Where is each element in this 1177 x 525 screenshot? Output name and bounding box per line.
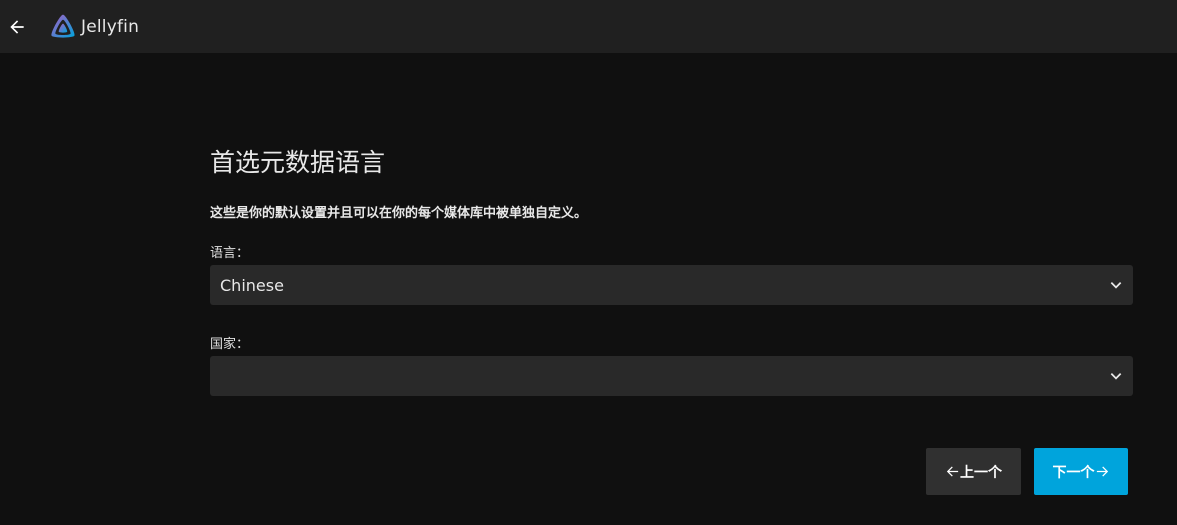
language-select[interactable]: Chinese xyxy=(210,265,1133,305)
arrow-left-icon xyxy=(10,19,24,34)
chevron-down-icon xyxy=(1109,278,1123,292)
page-description: 这些是你的默认设置并且可以在你的每个媒体库中被单独自定义。 xyxy=(210,206,588,221)
arrow-left-icon xyxy=(946,466,959,477)
header-bar: Jellyfin xyxy=(0,0,1177,53)
jellyfin-logo-icon xyxy=(51,14,75,38)
country-label: 国家： xyxy=(210,337,250,352)
previous-button-label: 上一个 xyxy=(960,464,1002,481)
back-button[interactable] xyxy=(5,15,29,39)
language-label: 语言： xyxy=(210,246,250,261)
language-select-value: Chinese xyxy=(220,275,284,295)
app-logo[interactable]: Jellyfin xyxy=(49,13,139,41)
app-name: Jellyfin xyxy=(81,16,140,37)
arrow-right-icon xyxy=(1096,466,1108,477)
country-select[interactable] xyxy=(210,356,1133,396)
page-title: 首选元数据语言 xyxy=(210,148,386,177)
previous-button[interactable]: 上一个 xyxy=(926,448,1021,495)
next-button-label: 下一个 xyxy=(1052,464,1095,481)
next-button[interactable]: 下一个 xyxy=(1034,448,1128,495)
chevron-down-icon xyxy=(1109,369,1123,383)
